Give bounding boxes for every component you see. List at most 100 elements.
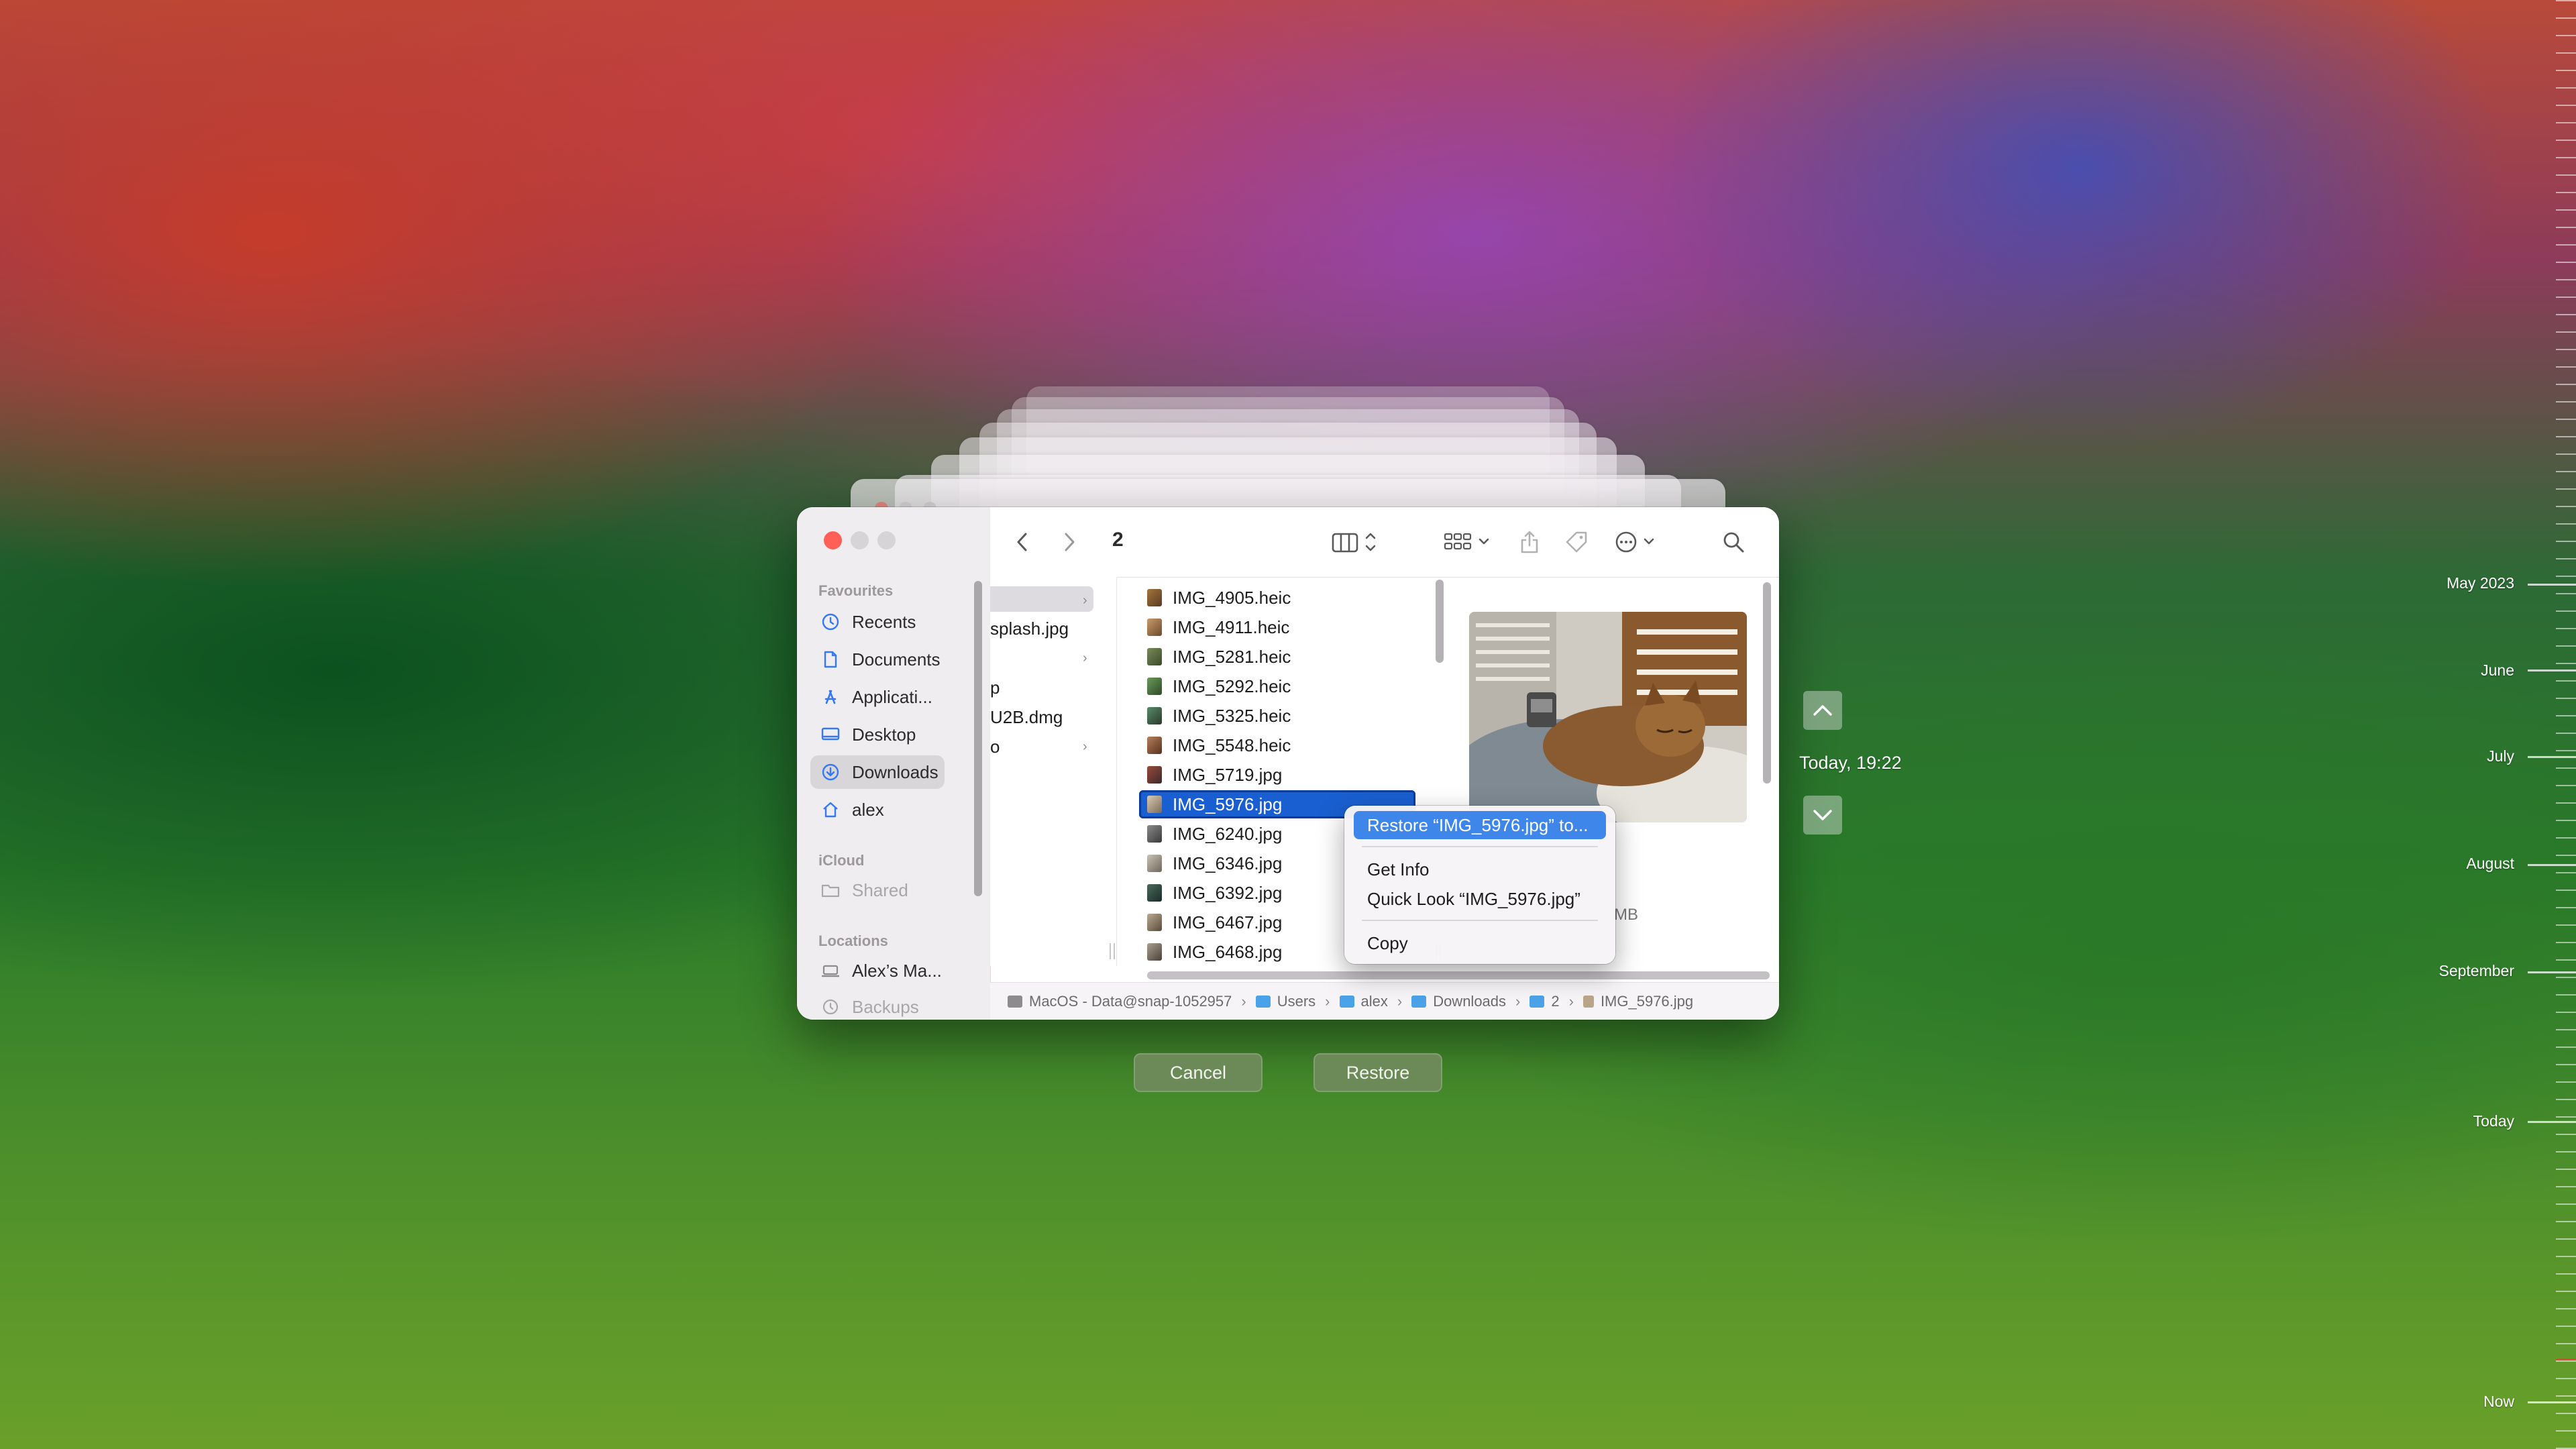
list-item[interactable]: IMG_4911.heic <box>1139 613 1415 641</box>
path-segment[interactable]: MacOS - Data@snap-1052957 <box>1008 993 1232 1010</box>
preview-scrollbar[interactable] <box>1763 582 1771 784</box>
share-icon[interactable] <box>1516 526 1543 558</box>
list-item[interactable]: p <box>990 678 1000 698</box>
file-name: IMG_6392.jpg <box>1173 882 1283 903</box>
current-snapshot-time: Today, 19:22 <box>1799 753 1902 773</box>
search-icon[interactable] <box>1719 527 1748 557</box>
sidebar: Favourites Recents Documents Applicati..… <box>797 507 991 1020</box>
sidebar-item-documents[interactable]: Documents <box>810 643 945 676</box>
menu-item-get-info[interactable]: Get Info <box>1354 855 1606 883</box>
restore-button[interactable]: Restore <box>1313 1053 1442 1092</box>
sidebar-item-label: Shared <box>852 879 908 900</box>
disk-icon <box>1008 996 1022 1008</box>
column-view-button[interactable] <box>1326 527 1386 557</box>
list-item[interactable]: o <box>990 737 1000 757</box>
list-item[interactable] <box>990 586 1093 612</box>
laptop-icon <box>821 961 840 980</box>
sidebar-scrollbar[interactable] <box>974 581 982 896</box>
finder-window[interactable]: Favourites Recents Documents Applicati..… <box>797 507 1779 1020</box>
list-item[interactable]: IMG_5292.heic <box>1139 672 1415 700</box>
sidebar-item-alex[interactable]: alex <box>810 793 945 826</box>
path-separator: › <box>1515 993 1521 1010</box>
sidebar-item-label: Applicati... <box>852 686 932 707</box>
sidebar-item-label: Recents <box>852 611 916 632</box>
file-name: IMG_6240.jpg <box>1173 823 1283 844</box>
minimize-button[interactable] <box>851 531 869 549</box>
sidebar-item-applications[interactable]: Applicati... <box>810 680 945 714</box>
timeline-label[interactable]: September <box>2438 962 2514 980</box>
path-segment[interactable]: Users <box>1255 993 1316 1010</box>
image-thumbnail-icon <box>1147 796 1162 813</box>
image-thumbnail-icon <box>1147 619 1162 636</box>
timeline-minor-ticks <box>2556 0 2576 1449</box>
sidebar-item-downloads[interactable]: Downloads <box>810 755 945 789</box>
zoom-button[interactable] <box>877 531 896 549</box>
timeline-label[interactable]: Today <box>2473 1112 2514 1130</box>
path-segment-label: IMG_5976.jpg <box>1600 993 1694 1010</box>
sidebar-item-recents[interactable]: Recents <box>810 605 945 639</box>
timeline[interactable]: May 2023 June July August September Toda… <box>2388 0 2576 1449</box>
sidebar-item-shared[interactable]: Shared <box>810 873 945 907</box>
menu-item-restore-to[interactable]: Restore “IMG_5976.jpg” to... <box>1354 811 1606 839</box>
menu-divider <box>1362 920 1598 921</box>
path-bar: MacOS - Data@snap-1052957 › Users › alex… <box>990 982 1779 1020</box>
download-icon <box>821 763 840 782</box>
sidebar-item-alexs-mac[interactable]: Alex’s Ma... <box>810 954 945 987</box>
forward-button[interactable] <box>1057 529 1081 555</box>
sidebar-item-desktop[interactable]: Desktop <box>810 718 945 751</box>
column-resize-handle[interactable] <box>1110 943 1115 959</box>
horizontal-scrollbar[interactable] <box>1147 971 1770 979</box>
desktop-icon <box>821 725 840 744</box>
path-segment-label: Users <box>1277 993 1316 1010</box>
tag-icon[interactable] <box>1562 527 1591 557</box>
path-segment-label: Downloads <box>1433 993 1507 1010</box>
path-separator: › <box>1325 993 1330 1010</box>
menu-divider <box>1362 846 1598 847</box>
chevron-right-icon: › <box>1083 593 1087 608</box>
list-item[interactable]: U2B.dmg <box>990 707 1063 728</box>
list-item[interactable]: IMG_5719.jpg <box>1139 761 1415 789</box>
cancel-button[interactable]: Cancel <box>1134 1053 1263 1092</box>
file-name: IMG_6467.jpg <box>1173 912 1283 932</box>
path-segment[interactable]: IMG_5976.jpg <box>1582 993 1694 1010</box>
path-segment[interactable]: alex <box>1339 993 1388 1010</box>
file-name: IMG_5548.heic <box>1173 735 1291 755</box>
sidebar-item-label: Documents <box>852 649 941 669</box>
image-file-icon <box>1582 996 1594 1008</box>
image-thumbnail-icon <box>1147 825 1162 843</box>
file-name: IMG_5719.jpg <box>1173 764 1283 785</box>
file-name: IMG_5976.jpg <box>1173 794 1283 814</box>
timeline-label[interactable]: July <box>2487 747 2514 765</box>
menu-item-quick-look[interactable]: Quick Look “IMG_5976.jpg” <box>1354 885 1606 913</box>
path-segment[interactable]: Downloads <box>1411 993 1506 1010</box>
timeline-label[interactable]: August <box>2466 855 2514 873</box>
group-button[interactable] <box>1441 527 1495 557</box>
list-item[interactable]: splash.jpg <box>990 619 1069 639</box>
sidebar-item-backups[interactable]: Backups <box>810 990 945 1020</box>
image-thumbnail-icon <box>1147 914 1162 931</box>
timeline-label[interactable]: May 2023 <box>2447 574 2514 592</box>
timeline-label[interactable]: Now <box>2483 1393 2514 1411</box>
file-size-fragment: MB <box>1614 906 1638 924</box>
list-item[interactable]: IMG_4905.heic <box>1139 584 1415 612</box>
path-separator: › <box>1568 993 1574 1010</box>
path-segment[interactable]: 2 <box>1529 993 1560 1010</box>
close-button[interactable] <box>824 531 842 549</box>
sidebar-item-label: Downloads <box>852 761 938 782</box>
image-thumbnail-icon <box>1147 648 1162 665</box>
more-actions-button[interactable] <box>1611 527 1665 557</box>
sidebar-heading-favourites: Favourites <box>818 582 894 599</box>
column-scrollbar[interactable] <box>1436 580 1444 663</box>
column-parent: › splash.jpg › p U2B.dmg o › <box>990 577 1117 966</box>
chevron-right-icon: › <box>1083 651 1087 665</box>
older-snapshot-button[interactable] <box>1803 691 1842 730</box>
list-item[interactable]: IMG_5325.heic <box>1139 702 1415 730</box>
menu-item-copy[interactable]: Copy <box>1354 929 1606 957</box>
back-button[interactable] <box>1010 529 1034 555</box>
list-item[interactable]: IMG_5548.heic <box>1139 731 1415 759</box>
newer-snapshot-button[interactable] <box>1803 796 1842 835</box>
timeline-label[interactable]: June <box>2481 661 2514 680</box>
path-separator: › <box>1397 993 1403 1010</box>
image-thumbnail-icon <box>1147 589 1162 606</box>
list-item[interactable]: IMG_5281.heic <box>1139 643 1415 671</box>
